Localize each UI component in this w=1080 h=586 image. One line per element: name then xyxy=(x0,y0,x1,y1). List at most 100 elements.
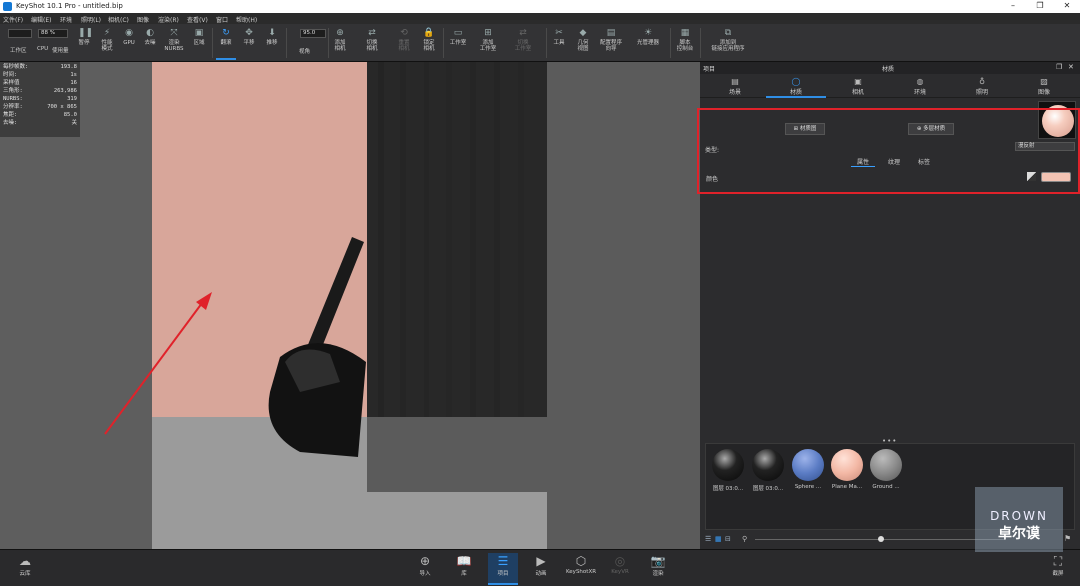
list-item[interactable]: Ground ... xyxy=(867,449,905,490)
configurator-wizard-button[interactable]: ▤ 配置程序 向导 xyxy=(596,26,626,60)
toolbar-separator xyxy=(212,28,213,58)
reset-camera-button[interactable]: ⟲ 重置 相机 xyxy=(393,26,415,60)
switch-studio-button[interactable]: ⇄ 切换 工作室 xyxy=(510,26,536,60)
menu-edit[interactable]: 编辑(E) xyxy=(31,15,51,24)
stat-time: 时间: 1s xyxy=(3,72,77,78)
pause-icon: ❚❚ xyxy=(78,28,94,38)
add-studio-button[interactable]: ⊞ 添加 工作室 xyxy=(476,26,500,60)
animation-icon: ▶ xyxy=(536,554,546,568)
toolbar-label-cpu[interactable]: CPU xyxy=(37,46,48,52)
reset-camera-icon: ⟲ xyxy=(400,28,408,38)
menu-help[interactable]: 帮助(H) xyxy=(236,15,257,24)
dolly-button[interactable]: ⬇ 推移 xyxy=(262,26,282,60)
region-button[interactable]: ▣ 区域 xyxy=(189,26,209,60)
menu-window[interactable]: 窗口 xyxy=(216,15,228,24)
tree-view-icon[interactable]: ⊟ xyxy=(725,535,731,543)
menu-lighting[interactable]: 照明(L) xyxy=(81,15,101,24)
render-viewport[interactable]: 每秒帧数: 193.8 时间: 1s 采样值 16 三角形: 263,986 NURBS… xyxy=(0,62,700,549)
list-item[interactable]: 图层 03:0... xyxy=(709,449,747,492)
performance-icon: ⚡ xyxy=(103,28,111,38)
add-camera-button[interactable]: ⊕ 添加 相机 xyxy=(330,26,350,60)
menu-environment[interactable]: 环境 xyxy=(60,15,72,24)
pan-button[interactable]: ✥ 平移 xyxy=(239,26,259,60)
screenshot-button[interactable]: ⛶ 截屏 xyxy=(1043,553,1073,585)
search-icon[interactable]: ⚲ xyxy=(742,535,747,543)
cloud-library-button[interactable]: ☁ 云库 xyxy=(10,553,40,585)
grid-view-icon[interactable]: ▦ xyxy=(715,535,722,543)
fov-field[interactable]: 95.0 xyxy=(300,29,326,38)
render-nurbs-button[interactable]: ⤧ 渲染 NURBS xyxy=(162,26,186,60)
filter-icon[interactable]: ⚑ xyxy=(1064,534,1071,543)
menu-camera[interactable]: 相机(C) xyxy=(108,15,129,24)
script-console-icon: ▦ xyxy=(680,28,690,38)
watermark-line1: DROWN xyxy=(990,509,1048,523)
lock-camera-button[interactable]: 🔒 锁定 相机 xyxy=(418,26,440,60)
animation-button[interactable]: ▶ 动画 xyxy=(526,553,556,585)
tumble-button[interactable]: ↻ 翻滚 xyxy=(216,26,236,60)
zoom-field[interactable]: 88 % xyxy=(38,29,68,38)
light-manager-button[interactable]: ☀ 光管理器 xyxy=(632,26,664,60)
import-button[interactable]: ⊕ 导入 xyxy=(410,553,440,585)
keyvr-button[interactable]: ◎ KeyVR xyxy=(605,553,635,585)
menu-render[interactable]: 渲染(R) xyxy=(158,15,179,24)
tab-scene[interactable]: ▤ 场景 xyxy=(705,74,765,98)
toolbar-label-usage[interactable]: 使用量 xyxy=(52,46,69,54)
script-console-button[interactable]: ▦ 脚本 控制台 xyxy=(673,26,697,60)
workspace-field[interactable] xyxy=(8,29,32,38)
environment-icon: ◍ xyxy=(916,77,924,86)
project-button[interactable]: ☰ 项目 xyxy=(488,553,518,585)
toolbar-separator xyxy=(286,28,287,58)
tools-icon: ✂ xyxy=(555,28,563,38)
gpu-icon: ◉ xyxy=(125,28,133,38)
panel-header-project: 项目 xyxy=(703,66,716,73)
toolbar-separator xyxy=(328,28,329,58)
switch-camera-button[interactable]: ⇄ 切换 相机 xyxy=(360,26,384,60)
watermark-logo: DROWN 卓尔谟 xyxy=(975,487,1063,552)
add-to-linked-app-button[interactable]: ⧉ 添加到 链接应用程序 xyxy=(703,26,753,60)
panel-close-icon[interactable]: ✕ xyxy=(1068,63,1074,71)
realtime-stats-overlay: 每秒帧数: 193.8 时间: 1s 采样值 16 三角形: 263,986 NURBS… xyxy=(0,62,80,137)
annotation-arrow-line xyxy=(104,298,206,435)
list-item[interactable]: 图层 03:0... xyxy=(749,449,787,492)
keyvr-icon: ◎ xyxy=(614,554,626,568)
link-app-icon: ⧉ xyxy=(724,28,732,38)
tab-lighting[interactable]: ♁ 照明 xyxy=(952,74,1012,98)
maximize-button[interactable]: ❐ xyxy=(1030,1,1050,10)
studio-button[interactable]: ▭ 工作室 xyxy=(446,26,470,60)
gpu-button[interactable]: ◉ GPU xyxy=(120,26,138,60)
menu-image[interactable]: 图像 xyxy=(137,15,149,24)
keyshotxr-icon: ⬡ xyxy=(575,554,587,568)
toolbar-label-workspace[interactable]: 工作区 xyxy=(10,46,27,54)
tab-camera[interactable]: ▣ 相机 xyxy=(828,74,888,98)
pause-button[interactable]: ❚❚ 暂停 xyxy=(74,26,94,60)
slider-handle[interactable] xyxy=(878,536,884,542)
list-view-icon[interactable]: ☰ xyxy=(705,535,711,543)
menu-view[interactable]: 查看(V) xyxy=(187,15,208,24)
keyshotxr-button[interactable]: ⬡ KeyShotXR xyxy=(564,553,598,585)
denoise-button[interactable]: ◐ 去噪 xyxy=(140,26,160,60)
configurator-icon: ▤ xyxy=(606,28,616,38)
close-button[interactable]: ✕ xyxy=(1057,1,1077,10)
minimize-button[interactable]: – xyxy=(1003,1,1023,10)
perspective-label[interactable]: 视角 xyxy=(299,47,310,55)
panel-undock-icon[interactable]: ❐ xyxy=(1056,63,1062,71)
title-bar: KeyShot 10.1 Pro - untitled.bip – ❐ ✕ xyxy=(0,0,1080,13)
pan-icon: ✥ xyxy=(245,28,253,38)
tab-material[interactable]: ◯ 材质 xyxy=(766,74,826,98)
material-icon: ◯ xyxy=(791,77,801,86)
geometry-view-button[interactable]: ◆ 几何 视图 xyxy=(572,26,594,60)
tab-image[interactable]: ▨ 图像 xyxy=(1014,74,1074,98)
list-item[interactable]: Plane Ma... xyxy=(828,449,866,490)
window-title: KeyShot 10.1 Pro - untitled.bip xyxy=(16,2,123,10)
performance-mode-button[interactable]: ⚡ 性能 模式 xyxy=(96,26,118,60)
panel-header: 项目 材质 ❐ ✕ xyxy=(700,62,1080,74)
tab-environment[interactable]: ◍ 环境 xyxy=(890,74,950,98)
menu-file[interactable]: 文件(F) xyxy=(3,15,23,24)
watermark-line2: 卓尔谟 xyxy=(998,526,1040,542)
menu-bar: 文件(F) 编辑(E) 环境 照明(L) 相机(C) 图像 渲染(R) 查看(V… xyxy=(0,13,1080,24)
render-button[interactable]: 📷 渲染 xyxy=(643,553,673,585)
keyshot-logo-icon xyxy=(3,2,12,11)
list-item[interactable]: Sphere ... xyxy=(789,449,827,490)
library-button[interactable]: 📖 库 xyxy=(449,553,479,585)
tools-button[interactable]: ✂ 工具 xyxy=(549,26,569,60)
